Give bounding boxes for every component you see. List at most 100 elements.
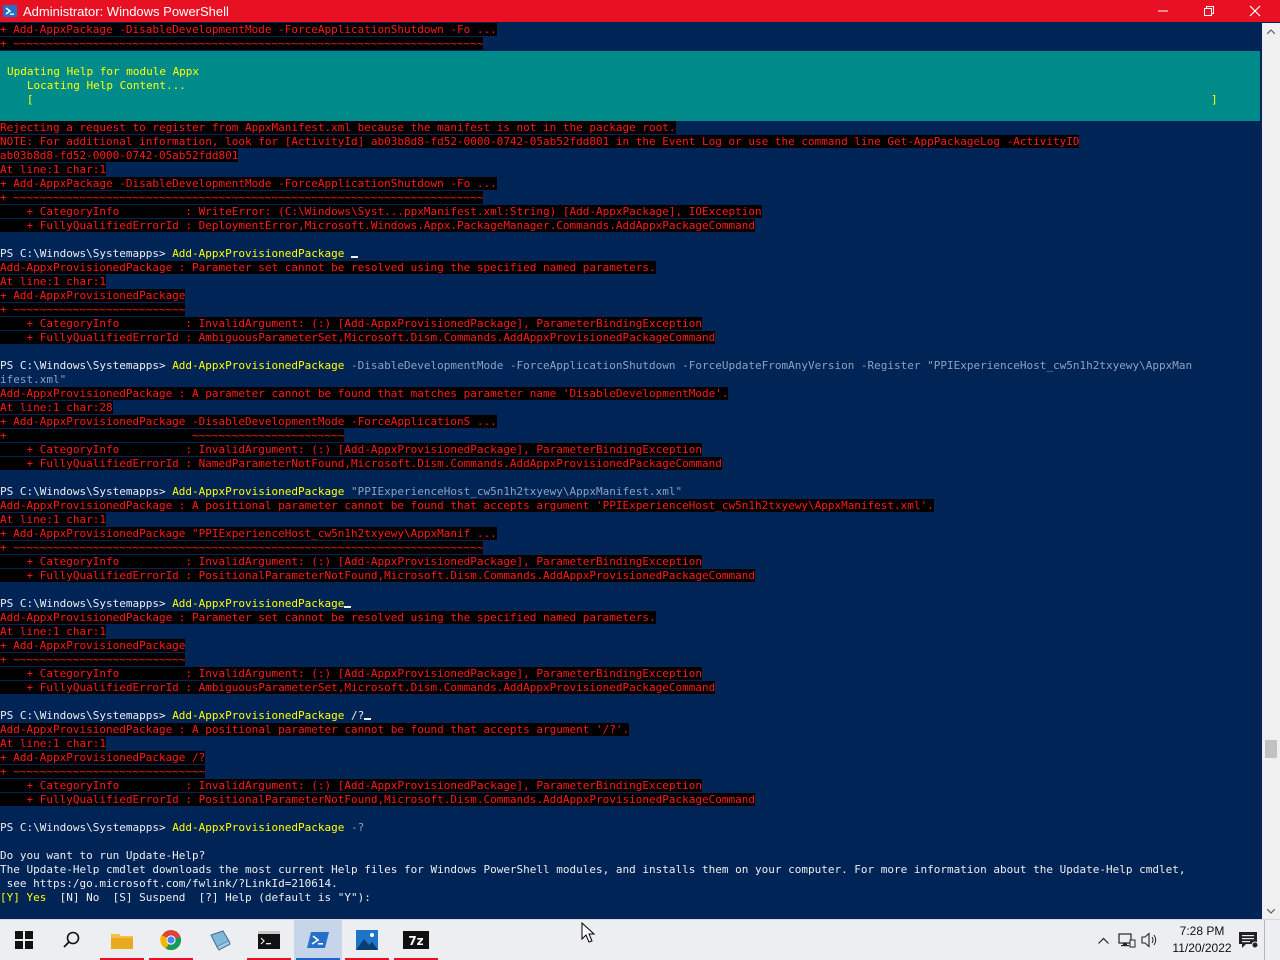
console-line: At line:1 char:1 [0,163,106,177]
console-text: "PPIExperienceHost_cw5n1h2txyewy\AppxMan [927,359,1193,372]
progress-title: Updating Help for module Appx [7,65,200,78]
console-text: Do you want to run Update-Help? [0,849,206,862]
scroll-up-arrow-icon[interactable] [1262,23,1280,39]
minimize-button[interactable] [1140,0,1186,22]
notepad-taskbar-button[interactable] [196,920,244,960]
console-line: Add-AppxProvisionedPackage : Parameter s… [0,611,656,625]
close-button[interactable] [1232,0,1278,22]
console-text: Add-AppxProvisionedPackage [172,359,345,372]
console-line: Rejecting a request to register from App… [0,121,676,135]
console-text: + Add-AppxProvisionedPackage "PPIExperie… [0,527,497,540]
console-text: PS C:\Windows\Systemapps> [0,709,173,722]
console-text: [Y] Yes [0,891,47,904]
photos-taskbar-button[interactable] [343,920,391,960]
search-button[interactable] [48,920,96,960]
console-line: + Add-AppxProvisionedPackage -DisableDev… [0,415,497,429]
cmd-taskbar-button[interactable] [245,920,293,960]
start-button[interactable] [0,920,48,960]
console-line: ab03b8d8-fd52-0000-0742-05ab52fdd801 [0,149,239,163]
console-text: + ~~~~~~~~~~~~~~~~~~~~~~~~~~~~~~~~~~~~~~… [0,37,484,50]
console-text: Add-AppxProvisionedPackage [172,597,345,610]
console-line: + CategoryInfo : InvalidArgument: (:) [A… [0,779,702,793]
system-clock[interactable]: 7:28 PM 11/20/2022 [1164,923,1240,957]
show-hidden-icons-chevron-icon[interactable] [1094,920,1112,960]
console-text: + CategoryInfo : WriteError: (C:\Windows… [0,205,762,218]
console-text: + CategoryInfo : InvalidArgument: (:) [A… [0,779,702,792]
console-line: [Y] Yes [N] No [S] Suspend [?] Help (def… [0,891,371,905]
console-text: + CategoryInfo : InvalidArgument: (:) [A… [0,317,702,330]
clock-date: 11/20/2022 [1172,941,1232,955]
scroll-down-arrow-icon[interactable] [1262,903,1280,919]
chrome-icon [160,930,181,951]
console-line: PS C:\Windows\Systemapps> Add-AppxProvis… [0,821,364,835]
console-line: + CategoryInfo : InvalidArgument: (:) [A… [0,317,702,331]
console-text: + ~~~~~~~~~~~~~~~~~~~~~~~~~~~~~~~~~~~~~~… [0,541,484,554]
console-line: Add-AppxProvisionedPackage : A parameter… [0,387,729,401]
console-line: + Add-AppxPackage -DisableDevelopmentMod… [0,177,497,191]
title-bar[interactable]: Administrator: Windows PowerShell [0,0,1280,22]
console-text: + Add-AppxProvisionedPackage -DisableDev… [0,415,497,428]
console-text: + FullyQualifiedErrorId : PositionalPara… [0,793,755,806]
console-line: + Add-AppxProvisionedPackage /? [0,751,206,765]
console-text: NOTE: For additional information, look f… [0,135,1080,148]
console-line: + Add-AppxProvisionedPackage [0,289,186,303]
console-line: + CategoryInfo : InvalidArgument: (:) [A… [0,667,702,681]
mouse-pointer-icon [581,922,595,943]
console-text: At line:1 char:1 [0,275,106,288]
7zip-taskbar-button[interactable]: 7z [392,920,440,960]
restore-button[interactable] [1186,0,1232,22]
powershell-app-icon [3,3,17,17]
taskbar: 7z 7:28 PM 11/20/2022 [0,919,1280,960]
console-text: see https:/go.microsoft.com/fwlink/?Link… [0,877,338,890]
console-line: NOTE: For additional information, look f… [0,135,1080,149]
console-line: + FullyQualifiedErrorId : PositionalPara… [0,793,755,807]
powershell-taskbar-button[interactable] [294,920,342,960]
console-text: + ~~~~~~~~~~~~~~~~~~~~~~~~~~ [0,303,186,316]
console-text: At line:1 char:1 [0,737,106,750]
console-text: + FullyQualifiedErrorId : NamedParameter… [0,457,722,470]
console-line: PS C:\Windows\Systemapps> Add-AppxProvis… [0,597,352,611]
console-line: + ~~~~~~~~~~~~~~~~~~~~~~~ [0,429,345,443]
console-line: see https:/go.microsoft.com/fwlink/?Link… [0,877,338,891]
console-text: Rejecting a request to register from App… [0,121,676,134]
progress-bar-right: ] [1211,93,1218,106]
file-explorer-taskbar-button[interactable] [98,920,146,960]
console-text: Add-AppxProvisionedPackage : Parameter s… [0,611,656,624]
text-cursor [344,606,352,608]
notifications-icon[interactable] [1236,920,1260,960]
folder-icon [111,934,133,949]
console-text: At line:1 char:1 [0,625,106,638]
console-text: + FullyQualifiedErrorId : AmbiguousParam… [0,681,716,694]
svg-text:7z: 7z [408,934,423,948]
console-line: PS C:\Windows\Systemapps> Add-AppxProvis… [0,485,682,499]
console-line: + FullyQualifiedErrorId : DeploymentErro… [0,219,755,233]
network-icon[interactable] [1116,920,1138,960]
console-text: + CategoryInfo : InvalidArgument: (:) [A… [0,443,702,456]
scrollbar-thumb[interactable] [1265,740,1277,758]
console-line: + FullyQualifiedErrorId : AmbiguousParam… [0,681,716,695]
console-text: Add-AppxProvisionedPackage [172,821,345,834]
console-line: The Update-Help cmdlet downloads the mos… [0,863,1185,877]
console-line: + CategoryInfo : WriteError: (C:\Windows… [0,205,762,219]
volume-icon[interactable] [1140,920,1160,960]
console-text: Add-AppxProvisionedPackage [172,485,345,498]
console-text: Add-AppxProvisionedPackage [172,709,345,722]
powershell-icon [307,932,329,948]
console-line: Add-AppxProvisionedPackage : Parameter s… [0,261,656,275]
console-line: + ~~~~~~~~~~~~~~~~~~~~~~~~~~~~~~~~~~~~~~… [0,541,484,555]
console-line: PS C:\Windows\Systemapps> Add-AppxProvis… [0,709,372,723]
vertical-scrollbar[interactable] [1262,23,1280,919]
show-desktop-button[interactable] [1264,920,1280,960]
command-prompt-icon [258,931,280,949]
console-text: PS C:\Windows\Systemapps> [0,597,173,610]
console-text: + ~~~~~~~~~~~~~~~~~~~~~~~ [0,429,345,442]
console-text: PS C:\Windows\Systemapps> [0,359,173,372]
console-line: + Add-AppxProvisionedPackage [0,639,186,653]
console-line: + FullyQualifiedErrorId : AmbiguousParam… [0,331,716,345]
console-line: + FullyQualifiedErrorId : NamedParameter… [0,457,722,471]
console-output[interactable]: + Add-AppxPackage -DisableDevelopmentMod… [0,23,1262,919]
chrome-taskbar-button[interactable] [147,920,195,960]
windows-logo-icon [15,931,33,949]
console-text: [N] No [S] Suspend [?] Help (default is … [46,891,371,904]
console-line: + Add-AppxPackage -DisableDevelopmentMod… [0,23,497,37]
